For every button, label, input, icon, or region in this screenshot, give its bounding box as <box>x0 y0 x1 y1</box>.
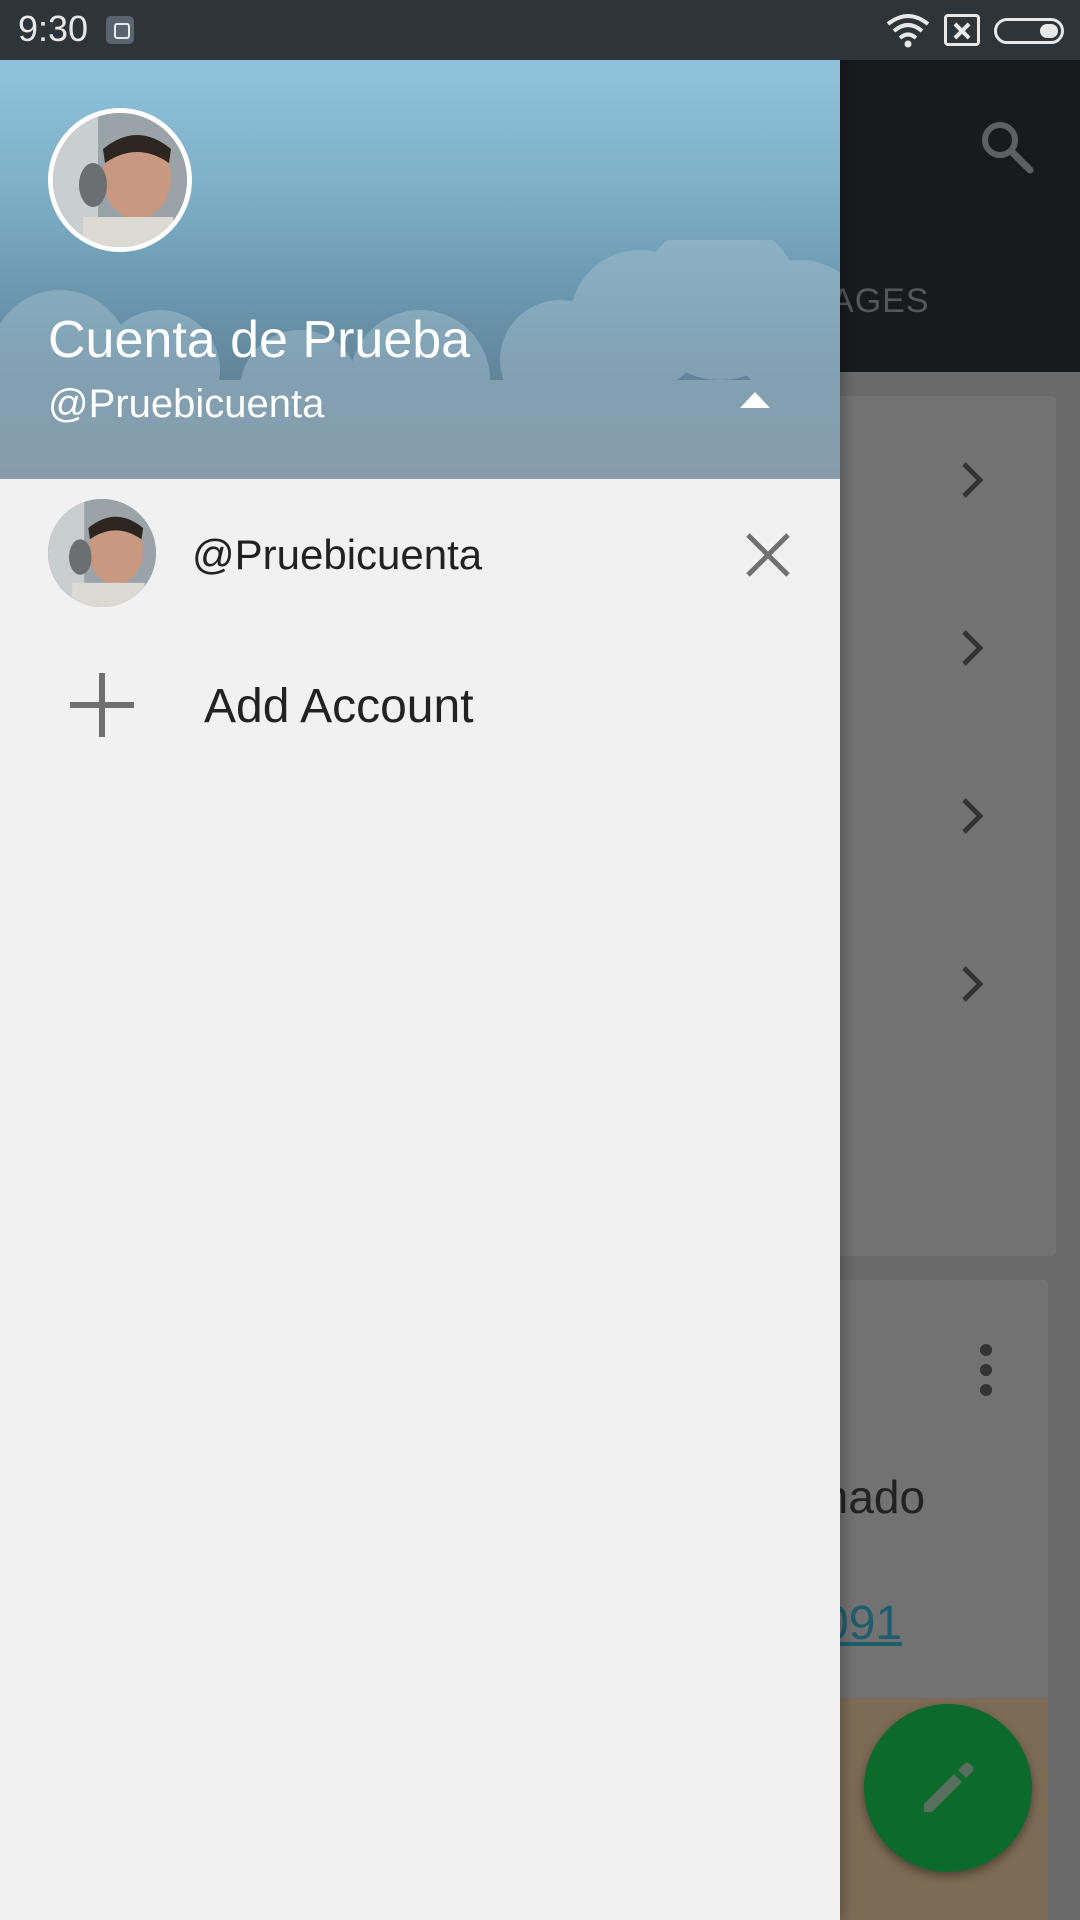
search-icon[interactable] <box>976 116 1036 176</box>
pencil-icon <box>924 1762 974 1812</box>
more-vert-icon[interactable] <box>976 1340 996 1400</box>
close-icon[interactable] <box>736 523 800 587</box>
navigation-drawer: Cuenta de Prueba @Pruebicuenta @Pruebicu… <box>0 60 840 1920</box>
account-item-handle: @Pruebicuenta <box>192 531 483 578</box>
chevron-right-icon[interactable] <box>952 460 992 500</box>
status-time: 9:30 <box>18 8 89 49</box>
compose-button[interactable] <box>864 1704 1032 1872</box>
profile-avatar[interactable] <box>48 108 192 252</box>
drawer-header: Cuenta de Prueba @Pruebicuenta <box>0 60 840 479</box>
add-account-label: Add Account <box>204 680 474 733</box>
arrow-up-icon[interactable] <box>740 390 770 408</box>
account-handle: @Pruebicuenta <box>48 382 325 426</box>
account-list-item[interactable]: @Pruebicuenta <box>0 479 840 629</box>
chevron-right-icon[interactable] <box>952 796 992 836</box>
battery-icon <box>994 18 1064 44</box>
status-bar: 9:30 <box>0 0 1080 60</box>
chevron-right-icon[interactable] <box>952 964 992 1004</box>
account-avatar <box>48 499 156 607</box>
plus-icon <box>70 673 134 737</box>
chevron-right-icon[interactable] <box>952 628 992 668</box>
account-name: Cuenta de Prueba <box>48 311 471 369</box>
no-sim-icon <box>944 14 980 46</box>
wifi-icon <box>886 14 930 48</box>
app-notification-icon <box>106 16 134 44</box>
add-account-button[interactable]: Add Account <box>0 629 840 779</box>
